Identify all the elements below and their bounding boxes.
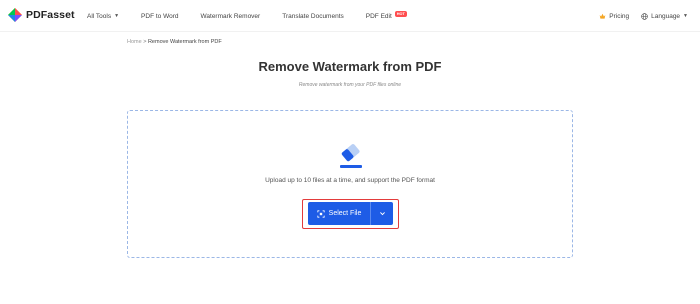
upload-dropzone[interactable] [127,110,573,258]
nav-pdf-edit-label: PDF Edit [365,12,392,20]
scan-file-icon [317,209,325,218]
select-file-button[interactable]: Select File [308,202,371,225]
top-header: PDFasset All Tools ▼ PDF to Word Waterma… [0,0,700,32]
caret-down-icon: ▼ [683,13,688,19]
nav-translate-documents-label: Translate Documents [282,12,344,20]
nav-watermark-remover[interactable]: Watermark Remover [201,13,261,20]
breadcrumb-home[interactable]: Home [127,39,142,45]
globe-icon [641,12,648,20]
nav-translate-documents[interactable]: Translate Documents [282,13,344,20]
nav-pdf-to-word-label: PDF to Word [141,12,179,20]
crown-icon [599,13,606,19]
page-subtitle: Remove watermark from your PDF files onl… [298,82,402,88]
nav-all-tools[interactable]: All Tools ▼ [87,13,119,20]
breadcrumb-separator: > [143,39,147,45]
logo[interactable]: PDFasset [8,8,75,22]
pricing-label: Pricing [609,12,630,20]
pricing-link[interactable]: Pricing [599,13,629,20]
main-nav: All Tools ▼ PDF to Word Watermark Remove… [87,0,429,32]
nav-pdf-to-word[interactable]: PDF to Word [141,13,178,20]
language-label: Language [651,12,681,20]
logo-icon [8,8,22,22]
nav-watermark-remover-label: Watermark Remover [200,12,261,20]
logo-text: PDFasset [26,9,75,21]
select-file-label: Select File [328,210,362,217]
select-source-dropdown[interactable] [371,202,393,225]
language-selector[interactable]: Language ▼ [641,13,688,20]
caret-down-icon: ▼ [114,13,120,19]
upload-hint: Upload up to 10 files at a time, and sup… [265,177,435,184]
select-file-button-group: Select File [308,202,393,225]
nav-pdf-edit[interactable]: PDF Edit HOT [365,11,407,20]
hot-badge: HOT [394,11,407,17]
nav-all-tools-label: All Tools [87,12,112,20]
breadcrumb: Home > Remove Watermark from PDF [127,39,222,45]
breadcrumb-current: Remove Watermark from PDF [147,39,222,45]
page-title: Remove Watermark from PDF [258,59,442,74]
chevron-down-icon [379,212,385,216]
eraser-icon [340,144,362,168]
right-nav: Pricing Language ▼ [599,0,688,32]
